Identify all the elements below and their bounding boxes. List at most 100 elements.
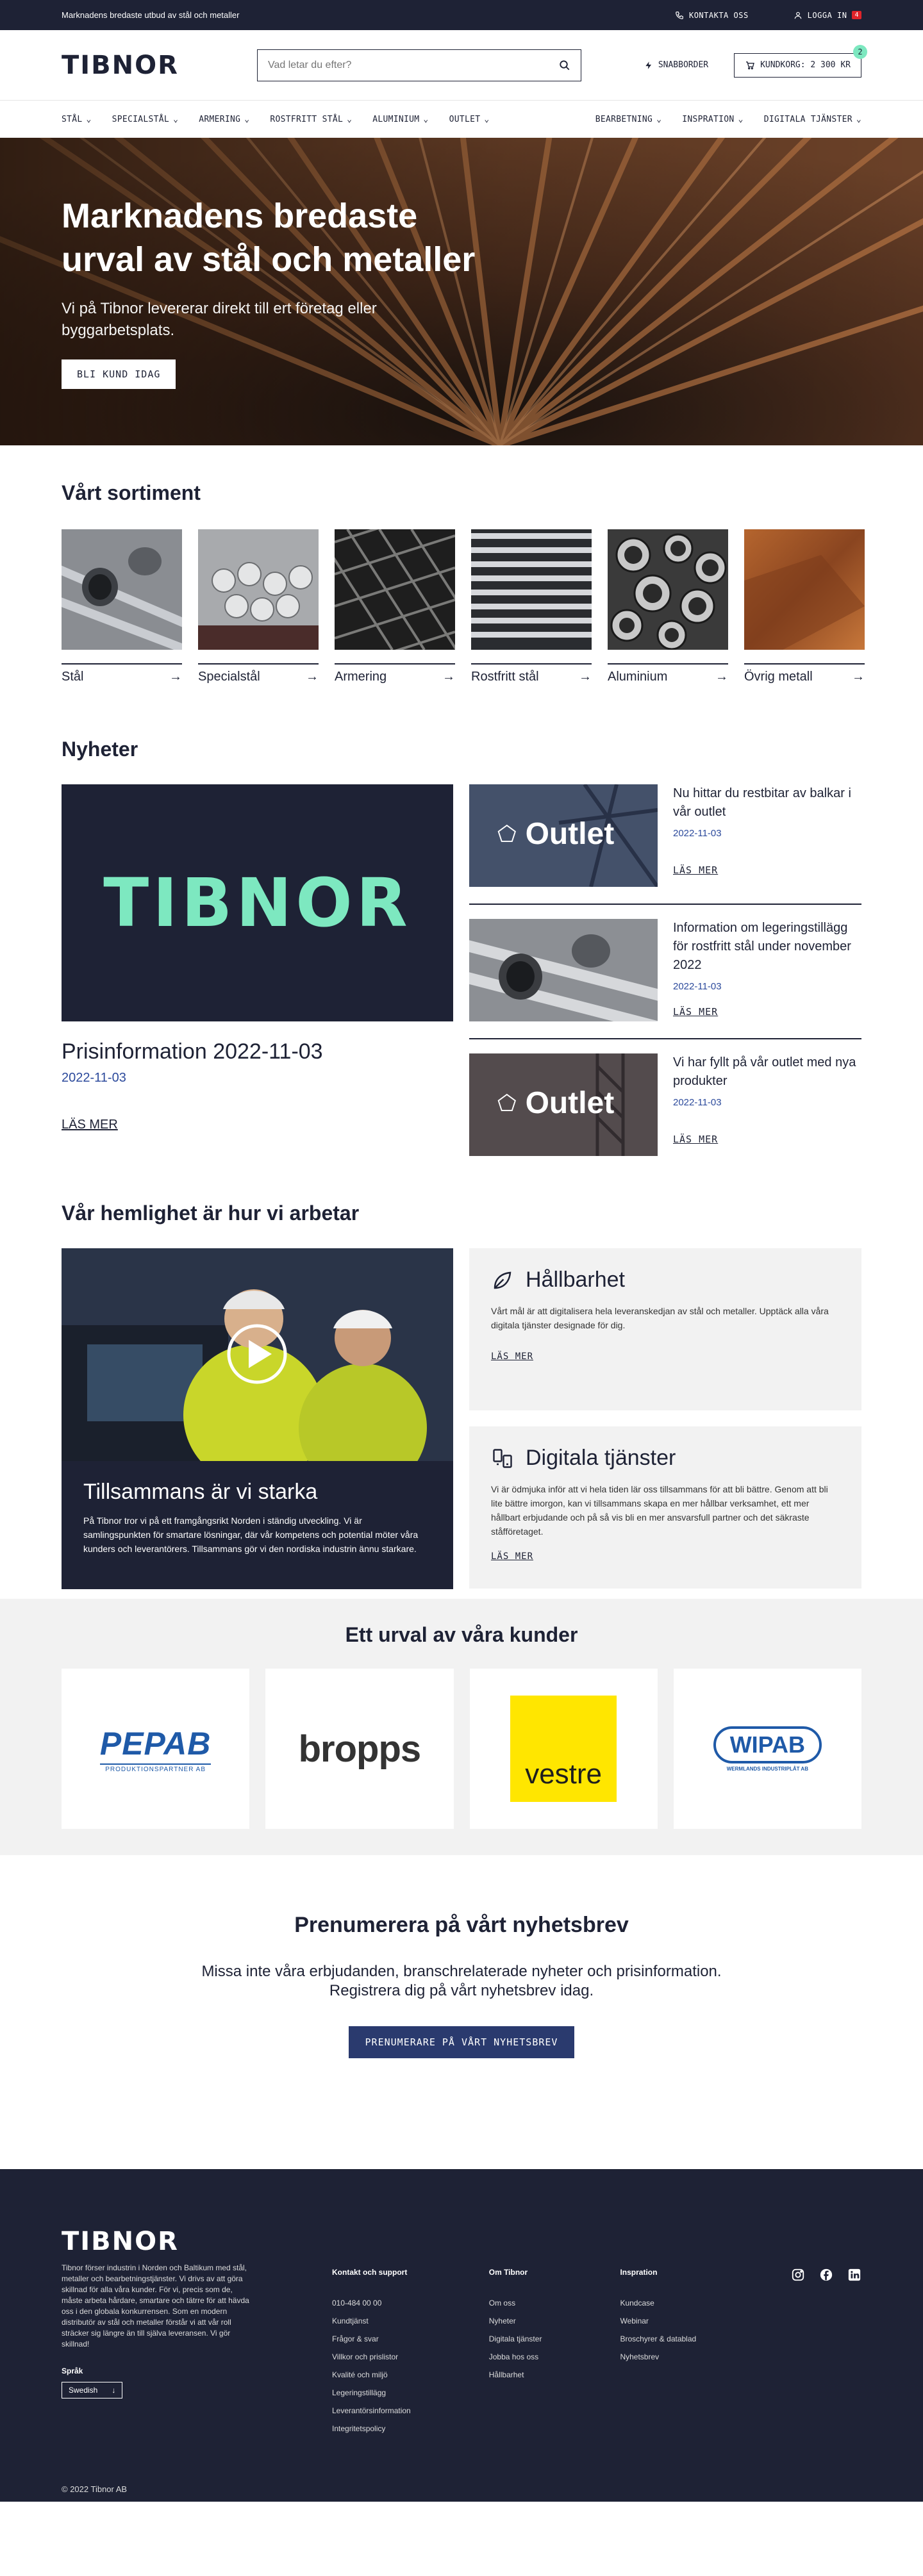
category-label: Specialstål [198, 670, 260, 684]
footer-link[interactable]: 010-484 00 00 [332, 2299, 411, 2308]
category-armering[interactable]: Armering → [314, 502, 490, 684]
language-select[interactable]: Swedish ↓ [62, 2382, 123, 2398]
nav-item-specialstal[interactable]: SPECIALSTÅL ⌄ [112, 115, 179, 124]
logo[interactable]: TIBNOR [62, 51, 257, 80]
digital-services-card-title: Digitala tjänster [491, 1446, 840, 1471]
news-section: Nyheter TIBNOR Prisinformation 2022-11-0… [0, 714, 923, 1163]
footer-link[interactable]: Broschyrer & datablad [620, 2334, 696, 2343]
card-title-text: Hållbarhet [526, 1267, 625, 1292]
footer-link[interactable]: Nyheter [489, 2316, 542, 2325]
news-item[interactable]: Information om legeringstillägg för rost… [469, 919, 861, 1039]
become-customer-button[interactable]: BLI KUND IDAG [62, 359, 176, 389]
contact-label: KONTAKTA OSS [688, 10, 749, 20]
news-headline: Nu hittar du restbitar av balkar i vår o… [673, 786, 851, 819]
video-card[interactable]: Tillsammans är vi starka På Tibnor tror … [62, 1248, 453, 1589]
category-footer: Rostfritt stål → [471, 663, 592, 684]
card-text: Vi är ödmjuka inför att vi hela tiden lä… [491, 1484, 828, 1537]
customer-logo-pepab[interactable]: PEPAB PRODUKTIONSPARTNER AB [62, 1669, 250, 1829]
footer-col-about: Om Tibnor Om oss Nyheter Digitala tjänst… [489, 2227, 542, 2442]
video-description: På Tibnor tror vi på ett framgångsrikt N… [83, 1515, 419, 1554]
news-item[interactable]: ⬠ Outlet Nu hittar du restbitar av balkar… [469, 784, 861, 905]
footer-link[interactable]: Frågor & svar [332, 2334, 411, 2343]
footer-link[interactable]: Webinar [620, 2316, 696, 2325]
assortment-title: Vårt sortiment [62, 481, 201, 504]
featured-news[interactable]: TIBNOR Prisinformation 2022-11-03 2022-1… [62, 784, 453, 1188]
category-stal[interactable]: Stål → [53, 529, 192, 684]
read-more-link[interactable]: LÄS MER [673, 1006, 861, 1018]
category-ovrig[interactable]: Övrig metall → [744, 529, 865, 684]
info-cards: Hållbarhet Vårt mål är att digitalisera … [469, 1248, 861, 1589]
category-specialstal[interactable]: Specialstål → [198, 529, 319, 684]
language-label: Språk [62, 2366, 83, 2375]
footer-link[interactable]: Digitala tjänster [489, 2334, 542, 2343]
customers-section: Ett urval av våra kunder PEPAB PRODUKTIO… [0, 1599, 923, 1855]
news-item[interactable]: ⬠ Outlet Vi har fyllt på vår outlet med n… [469, 1053, 861, 1174]
nav-item-digitala[interactable]: DIGITALA TJÄNSTER ⌄ [764, 115, 861, 124]
chevron-down-icon: ⌄ [856, 114, 861, 124]
digital-services-card[interactable]: Digitala tjänster Vi är ödmjuka inför at… [469, 1426, 861, 1589]
footer-link[interactable]: Nyhetsbrev [620, 2352, 696, 2361]
cart-count-badge: 2 [853, 44, 867, 59]
customer-logo-wipab[interactable]: WIPAB WERMLANDS INDUSTRIPLÅT AB [673, 1669, 861, 1829]
nav-item-outlet[interactable]: OUTLET ⌄ [449, 115, 490, 124]
news-thumb: ⬠ Outlet [469, 784, 658, 887]
footer-link[interactable]: Jobba hos oss [489, 2352, 542, 2361]
user-icon [794, 12, 801, 19]
nav-item-aluminium[interactable]: ALUMINIUM ⌄ [372, 115, 428, 124]
chevron-down-icon: ⌄ [244, 114, 250, 124]
nav-label: SPECIALSTÅL [112, 114, 170, 124]
newsletter-title: Prenumerera på vårt nyhetsbrev [294, 1913, 629, 1937]
cart-button[interactable]: KUNDKORG: 2 300 KR 2 [734, 44, 867, 78]
tag-icon: ⬠ [497, 1091, 517, 1116]
sustainability-card[interactable]: Hållbarhet Vårt mål är att digitalisera … [469, 1248, 861, 1410]
nav-item-stal[interactable]: STÅL ⌄ [62, 115, 92, 124]
login-badge: 4 [852, 11, 861, 19]
stainless-sheets-image [471, 529, 592, 650]
subscribe-button[interactable]: PRENUMERARE PÅ VÅRT NYHETSBREV [348, 2026, 575, 2058]
quick-order-button[interactable]: SNABBORDER [644, 60, 708, 70]
news-date: 2022-11-03 [673, 828, 722, 839]
nav-item-rostfritt[interactable]: ROSTFRITT STÅL ⌄ [270, 115, 352, 124]
linkedin-icon[interactable] [847, 2268, 861, 2282]
social-links [791, 2268, 861, 2442]
wipab-logo: WIPAB WERMLANDS INDUSTRIPLÅT AB [713, 1726, 822, 1772]
footer-link[interactable]: Kundtjänst [332, 2316, 411, 2325]
featured-read-more-link[interactable]: LÄS MER [62, 1118, 118, 1132]
chevron-down-icon: ⌄ [423, 114, 429, 124]
footer-link[interactable]: Hållbarhet [489, 2370, 542, 2379]
footer-col-contact: Kontakt och support 010-484 00 00 Kundtj… [332, 2227, 411, 2442]
footer-link[interactable]: Kvalité och miljö [332, 2370, 411, 2379]
instagram-icon[interactable] [791, 2268, 805, 2282]
contact-link[interactable]: KONTAKTA OSS [675, 11, 749, 20]
phone-icon [676, 11, 683, 19]
customer-logo-vestre[interactable]: vestre [469, 1669, 658, 1829]
read-more-link[interactable]: LÄS MER [673, 864, 861, 876]
video-text: Tillsammans är vi starka På Tibnor tror … [62, 1464, 453, 1571]
footer-link[interactable]: Villkor och prislistor [332, 2352, 411, 2361]
card-read-more-link[interactable]: LÄS MER [491, 1551, 533, 1562]
chevron-down-icon: ⌄ [347, 114, 353, 124]
login-link[interactable]: LOGGA IN 4 [794, 11, 861, 20]
devices-icon [493, 1448, 512, 1468]
footer-about: TIBNOR Tibnor förser industrin i Norden … [62, 2227, 254, 2442]
card-read-more-link[interactable]: LÄS MER [491, 1351, 533, 1362]
footer-logo[interactable]: TIBNOR [62, 2227, 254, 2256]
nav-item-armering[interactable]: ARMERING ⌄ [199, 115, 249, 124]
nav-item-bearbetning[interactable]: BEARBETNING ⌄ [595, 115, 662, 124]
footer-link[interactable]: Leverantörsinformation [332, 2406, 411, 2415]
customer-logo-bropps[interactable]: bropps [265, 1669, 454, 1829]
category-rostfritt[interactable]: Rostfritt stål → [471, 529, 592, 684]
footer-link[interactable]: Legeringstillägg [332, 2388, 411, 2397]
facebook-icon[interactable] [819, 2268, 833, 2282]
footer-link[interactable]: Integritetspolicy [332, 2424, 411, 2433]
footer-link[interactable]: Om oss [489, 2299, 542, 2308]
news-text: Vi har fyllt på vår outlet med nya produ… [673, 1053, 861, 1161]
footer-link[interactable]: Kundcase [620, 2299, 696, 2308]
category-aluminium[interactable]: Aluminium → [608, 529, 728, 684]
search-icon[interactable] [559, 60, 570, 71]
bropps-logo: bropps [298, 1728, 422, 1770]
nav-item-inspiration[interactable]: INSPRATION ⌄ [682, 115, 743, 124]
read-more-link[interactable]: LÄS MER [673, 1134, 861, 1145]
search-input[interactable] [268, 59, 559, 71]
newsletter-text: Missa inte våra erbjudanden, branschrela… [0, 1962, 923, 2001]
